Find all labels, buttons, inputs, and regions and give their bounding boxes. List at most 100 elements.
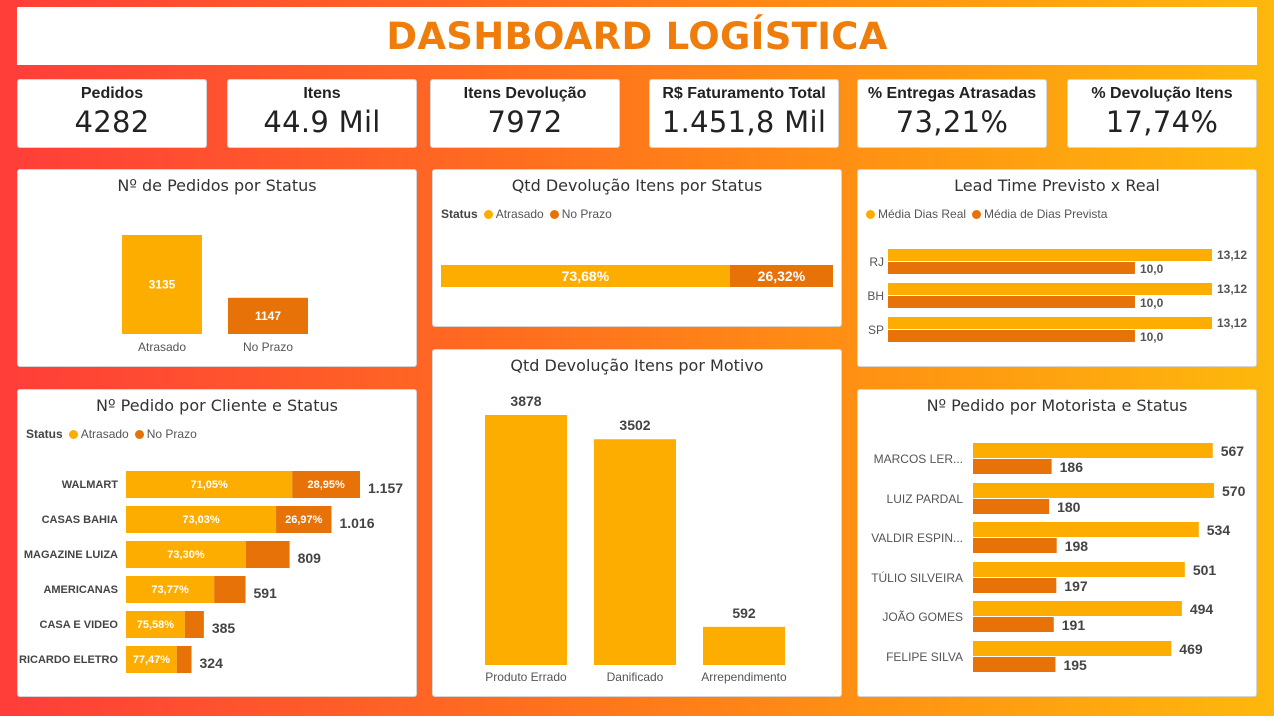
total-label: 809 <box>298 550 322 566</box>
kpi-value: 4282 <box>74 105 150 139</box>
bar-2[interactable] <box>703 626 785 665</box>
data-label: 186 <box>1060 459 1084 475</box>
data-label: 592 <box>732 605 756 621</box>
category-label: CASA E VIDEO <box>40 619 119 631</box>
data-label: 26,32% <box>758 268 806 284</box>
category-label: TÚLIO SILVEIRA <box>871 570 963 585</box>
category-label: Arrependimento <box>701 670 787 684</box>
kpi-label: Itens <box>303 85 341 102</box>
category-label: FELIPE SILVA <box>886 650 963 664</box>
category-label: SP <box>868 323 884 337</box>
data-label: 75,58% <box>137 619 175 631</box>
bar-atrasado[interactable] <box>973 601 1182 616</box>
chart-canvas: 3135 Atrasado 1147 No Prazo <box>122 235 308 354</box>
category-label: No Prazo <box>243 340 293 354</box>
chart-pedido-por-motorista[interactable]: Nº Pedido por Motorista e Status MARCOS … <box>857 389 1257 697</box>
category-label: CASAS BAHIA <box>42 514 118 526</box>
category-label: VALDIR ESPIN... <box>871 531 963 545</box>
kpi-card-itens-devolucao[interactable]: Itens Devolução 7972 <box>430 79 620 148</box>
data-label: 3878 <box>510 393 541 409</box>
bar-prevista[interactable] <box>888 330 1135 342</box>
category-label: LUIZ PARDAL <box>887 492 964 506</box>
category-label: Produto Errado <box>485 670 567 684</box>
dashboard-header: DASHBOARD LOGÍSTICA <box>17 7 1257 65</box>
bar-no-prazo[interactable] <box>973 538 1057 553</box>
chart-canvas: MARCOS LER... 567 186 LUIZ PARDAL 570 180 VALD… <box>871 443 1246 673</box>
bar-0[interactable] <box>485 415 567 665</box>
data-label: 28,95% <box>307 479 345 491</box>
category-label: RICARDO ELETRO <box>19 654 118 666</box>
chart-pedidos-por-status[interactable]: Nº de Pedidos por Status 3135 Atrasado 114… <box>17 169 417 367</box>
kpi-label: % Entregas Atrasadas <box>867 85 1037 102</box>
bar-no-prazo[interactable] <box>973 459 1052 474</box>
data-label: 534 <box>1207 522 1231 538</box>
data-label: 570 <box>1222 483 1246 499</box>
bar-no-prazo[interactable] <box>973 499 1050 514</box>
chart-canvas: WALMART 71,05% 28,95% 1.157 CASAS BAHIA 73,03… <box>19 471 403 673</box>
kpi-label: Pedidos <box>80 85 144 102</box>
total-label: 385 <box>212 620 236 636</box>
category-label: Danificado <box>607 670 664 684</box>
chart-pedido-por-cliente[interactable]: Nº Pedido por Cliente e Status Status At… <box>17 389 417 697</box>
page-title: DASHBOARD LOGÍSTICA <box>386 14 888 58</box>
chart-devolucao-por-status[interactable]: Qtd Devolução Itens por Status Status At… <box>432 169 842 327</box>
category-label: BH <box>867 289 884 303</box>
data-label: 469 <box>1179 641 1203 657</box>
chart-devolucao-por-motivo[interactable]: Qtd Devolução Itens por Motivo 3878 Produ… <box>432 349 842 697</box>
kpi-card-entregas-atrasadas[interactable]: % Entregas Atrasadas 73,21% <box>857 79 1047 148</box>
kpi-label: % Devolução Itens <box>1091 85 1233 102</box>
bar-atrasado[interactable] <box>973 641 1172 656</box>
data-label: 10,0 <box>1140 296 1164 310</box>
data-label: 26,97% <box>285 514 323 526</box>
data-label: 3135 <box>149 278 176 292</box>
data-label: 10,0 <box>1140 262 1164 276</box>
data-label: 73,77% <box>151 584 189 596</box>
category-label: MAGAZINE LUIZA <box>24 549 118 561</box>
data-label: 77,47% <box>133 654 171 666</box>
data-label: 197 <box>1064 578 1088 594</box>
bar-no-prazo[interactable] <box>176 646 192 673</box>
category-label: WALMART <box>62 479 118 491</box>
total-label: 591 <box>254 585 278 601</box>
data-label: 73,03% <box>182 514 220 526</box>
bar-real[interactable] <box>888 249 1212 261</box>
data-label: 180 <box>1057 499 1081 515</box>
kpi-card-pedidos[interactable]: Pedidos 4282 <box>17 79 207 148</box>
bar-1[interactable] <box>594 439 676 665</box>
chart-lead-time[interactable]: Lead Time Previsto x Real Média Dias Rea… <box>857 169 1257 367</box>
kpi-label: R$ Faturamento Total <box>662 85 826 102</box>
total-label: 1.157 <box>368 480 403 496</box>
data-label: 494 <box>1190 601 1214 617</box>
total-label: 1.016 <box>339 515 374 531</box>
data-label: 567 <box>1221 443 1245 459</box>
bar-no-prazo[interactable] <box>214 576 246 603</box>
category-label: RJ <box>869 255 884 269</box>
bar-atrasado[interactable] <box>973 562 1185 577</box>
kpi-card-devolucao-itens[interactable]: % Devolução Itens 17,74% <box>1067 79 1257 148</box>
bar-prevista[interactable] <box>888 296 1135 308</box>
kpi-value: 17,74% <box>1105 105 1219 139</box>
bar-atrasado[interactable] <box>973 483 1214 498</box>
chart-canvas: RJ 13,12 10,0 BH 13,12 10,0 SP 13,12 10,0 <box>867 248 1247 344</box>
bar-no-prazo[interactable] <box>973 578 1057 593</box>
kpi-card-faturamento[interactable]: R$ Faturamento Total 1.451,8 Mil <box>649 79 839 148</box>
data-label: 1147 <box>255 309 281 323</box>
bar-real[interactable] <box>888 283 1212 295</box>
kpi-value: 7972 <box>487 105 563 139</box>
bar-no-prazo[interactable] <box>245 541 290 568</box>
data-label: 3502 <box>619 417 650 433</box>
data-label: 198 <box>1065 538 1089 554</box>
bar-real[interactable] <box>888 317 1212 329</box>
kpi-value: 73,21% <box>895 105 1009 139</box>
data-label: 73,68% <box>562 268 610 284</box>
data-label: 71,05% <box>190 479 228 491</box>
data-label: 73,30% <box>167 549 205 561</box>
data-label: 501 <box>1193 562 1217 578</box>
bar-no-prazo[interactable] <box>973 617 1054 632</box>
bar-no-prazo[interactable] <box>184 611 204 638</box>
bar-atrasado[interactable] <box>973 522 1199 537</box>
bar-atrasado[interactable] <box>973 443 1213 458</box>
bar-no-prazo[interactable] <box>973 657 1056 672</box>
kpi-card-itens[interactable]: Itens 44.9 Mil <box>227 79 417 148</box>
bar-prevista[interactable] <box>888 262 1135 274</box>
